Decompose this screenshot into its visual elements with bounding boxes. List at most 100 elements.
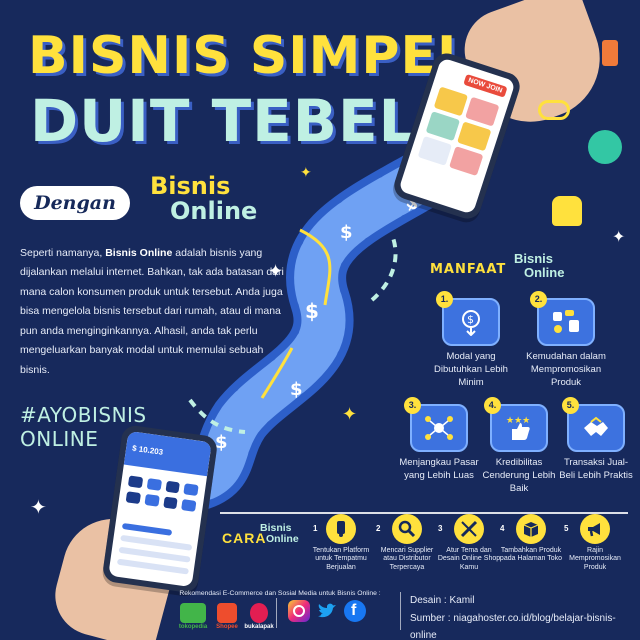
benefit-number: 1. xyxy=(436,291,453,308)
manfaat-title: MANFAAT xyxy=(430,262,507,277)
product-grid xyxy=(417,86,500,177)
cara-step-4: 4 Tambahkan Produk pada Halaman Toko xyxy=(498,514,564,564)
cara-step-1: 1 Tentukan Platform untuk Tempatmu Berju… xyxy=(305,514,377,572)
infographic: $ $ $ $ $ BISNIS SIMPEL DUIT TEBEL Denga… xyxy=(0,0,640,640)
design-tools-icon xyxy=(454,514,484,544)
manfaat-sub-2: Online xyxy=(524,264,565,280)
marketplace-name: Shopee xyxy=(216,624,238,630)
benefit-number: 3. xyxy=(404,397,421,414)
design-credit: Desain : Kamil xyxy=(410,595,475,606)
benefit-3: 3. Menjangkau Pasar yang Lebih Luas xyxy=(398,397,480,483)
svg-text:$: $ xyxy=(215,432,228,453)
marketplace-name: tokopedia xyxy=(178,624,208,630)
step-label: Rajin Mempromosikan Produk xyxy=(569,547,621,571)
bukalapak-icon xyxy=(250,603,268,623)
product-tile xyxy=(457,121,492,152)
product-tile xyxy=(449,146,484,177)
svg-text:$: $ xyxy=(305,299,319,323)
benefit-label: Modal yang Dibutuhkan Lebih Minim xyxy=(434,351,508,388)
instagram-icon xyxy=(288,600,310,622)
intro-paragraph: Seperti namanya, Bisnis Online adalah bi… xyxy=(20,244,290,380)
online-word: Online xyxy=(170,197,258,226)
glasses-icon xyxy=(538,100,570,120)
intro-highlight: Bisnis Online xyxy=(105,247,173,259)
svg-text:★★★: ★★★ xyxy=(506,416,530,426)
product-tile xyxy=(425,111,461,142)
box-icon xyxy=(516,514,546,544)
cara-subtitle: Bisnis Online xyxy=(260,522,299,546)
benefit-label: Kredibilitas Cenderung Lebih Baik xyxy=(482,457,556,494)
headline-line-1: BISNIS SIMPEL xyxy=(28,26,472,86)
intro-text-before: Seperti namanya, xyxy=(20,247,106,259)
sparkle-icon: ✦ xyxy=(268,261,284,281)
product-tile xyxy=(417,135,453,166)
shopee-logo: Shopee xyxy=(212,603,242,630)
cara-sub-2: Online xyxy=(266,533,299,546)
product-tile xyxy=(433,86,469,117)
sparkle-icon: ✦ xyxy=(612,229,626,246)
svg-text:$: $ xyxy=(467,313,474,326)
benefit-1: 1. $ Modal yang Dibutuhkan Lebih Minim xyxy=(430,291,512,389)
benefit-4: 4. ★★★ Kredibilitas Cenderung Lebih Baik xyxy=(478,397,560,495)
headline-line-2: DUIT TEBEL xyxy=(30,87,417,155)
step-label: Atur Tema dan Desain Online Shop Kamu xyxy=(437,547,501,571)
sparkle-icon: ✦ xyxy=(30,497,47,519)
step-number: 2 xyxy=(376,524,381,533)
tap-icon xyxy=(326,514,356,544)
benefit-label: Menjangkau Pasar yang Lebih Luas xyxy=(399,457,479,481)
marketplace-name: bukalapak xyxy=(244,624,274,630)
benefit-number: 5. xyxy=(562,397,579,414)
pants-icon xyxy=(602,40,618,66)
cap-icon xyxy=(588,130,622,164)
intro-text-after: adalah bisnis yang dijalankan melalui in… xyxy=(20,247,284,376)
cara-step-3: 3 Atur Tema dan Desain Online Shop Kamu xyxy=(436,514,502,572)
step-label: Mencari Supplier atau Distributor Terper… xyxy=(380,547,434,571)
cara-step-5: 5 Rajin Mempromosikan Produk xyxy=(562,514,628,572)
tokopedia-icon xyxy=(180,603,206,623)
product-tile xyxy=(465,96,500,127)
footer-divider xyxy=(400,592,401,630)
svg-text:$: $ xyxy=(290,379,303,400)
benefit-label: Kemudahan dalam Mempromosikan Produk xyxy=(526,351,606,388)
bisnis-online-heading: Bisnis Online xyxy=(150,172,280,226)
wallet-screen: $ 10.203 xyxy=(108,430,212,588)
twitter-icon xyxy=(316,600,338,622)
social-media-icon xyxy=(537,298,595,346)
step-number: 4 xyxy=(500,524,505,533)
facebook-icon: f xyxy=(344,600,366,622)
bisnis-word: Bisnis xyxy=(150,172,231,200)
hashtag-line-1: #AYOBISNIS xyxy=(20,403,147,427)
sparkle-icon: ✦ xyxy=(300,164,312,180)
manfaat-sub-1: Bisnis xyxy=(514,251,554,266)
tokopedia-logo: tokopedia xyxy=(176,603,210,630)
wallet-header xyxy=(123,430,212,477)
step-label: Tentukan Platform untuk Tempatmu Berjual… xyxy=(312,547,370,571)
sparkle-icon: ✦ xyxy=(342,404,358,424)
wallet-transactions xyxy=(116,522,194,581)
benefit-number: 4. xyxy=(484,397,501,414)
step-number: 5 xyxy=(564,524,569,533)
megaphone-icon xyxy=(580,514,610,544)
benefit-number: 2. xyxy=(530,291,547,308)
credits: Desain : Kamil Sumber : niagahoster.co.i… xyxy=(410,592,640,640)
step-label: Tambahkan Produk pada Halaman Toko xyxy=(499,547,563,563)
dengan-badge: Dengan xyxy=(20,186,130,220)
jacket-icon xyxy=(552,196,582,226)
benefit-5: 5. Transaksi Jual-Beli Lebih Praktis xyxy=(558,397,634,483)
footer-divider xyxy=(276,598,277,628)
wallet-phone: $ 10.203 xyxy=(101,424,219,594)
svg-text:$: $ xyxy=(340,222,353,243)
search-icon xyxy=(392,514,422,544)
step-number: 3 xyxy=(438,524,443,533)
shop-badge: NOW JOIN xyxy=(462,73,508,98)
source-credit: Sumber : niagahoster.co.id/blog/belajar-… xyxy=(410,612,616,640)
manfaat-subtitle: Bisnis Online xyxy=(514,252,574,279)
wallet-shortcuts xyxy=(125,475,199,512)
bukalapak-logo: bukalapak xyxy=(242,603,276,630)
benefit-2: 2. Kemudahan dalam Mempromosikan Produk xyxy=(520,291,612,389)
shopee-icon xyxy=(217,603,237,623)
recommendation-text: Rekomendasi E-Commerce dan Sosial Media … xyxy=(179,590,381,597)
cara-step-2: 2 Mencari Supplier atau Distributor Terp… xyxy=(374,514,440,572)
benefit-label: Transaksi Jual-Beli Lebih Praktis xyxy=(559,457,633,481)
step-number: 1 xyxy=(313,524,318,533)
